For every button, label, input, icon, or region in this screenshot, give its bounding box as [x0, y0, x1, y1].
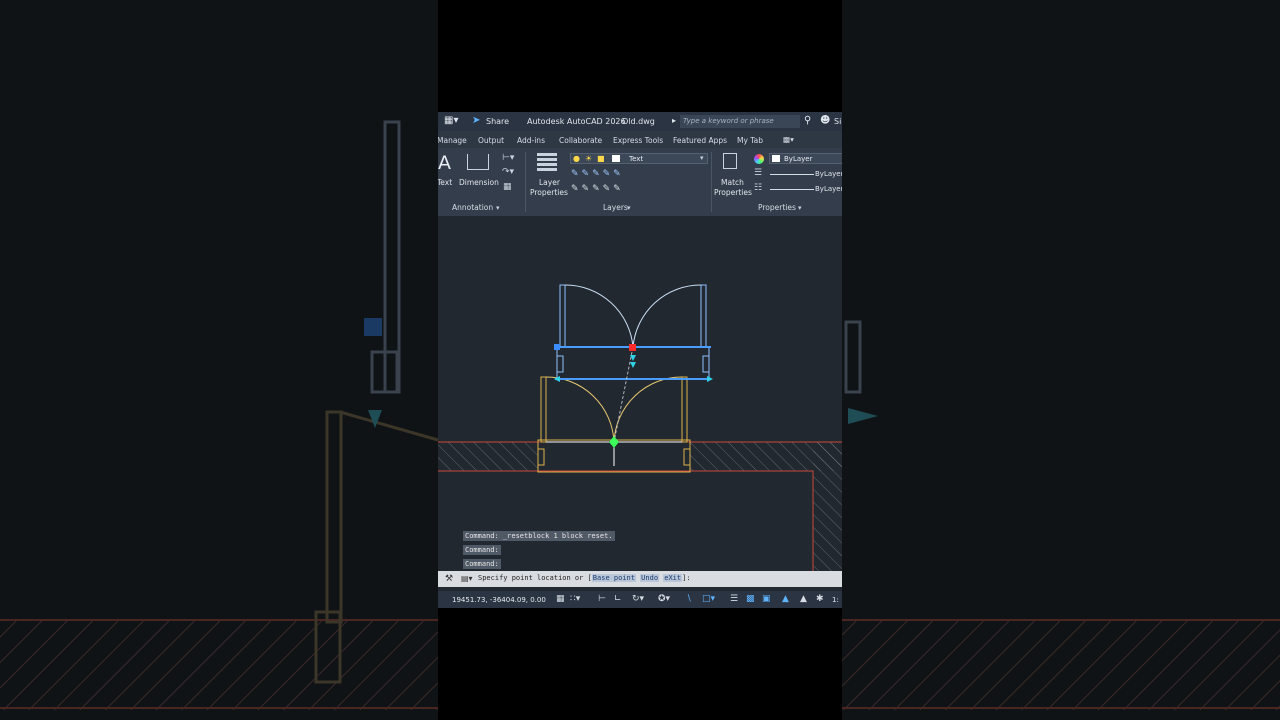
object-snap-icon[interactable]: □▾ [702, 594, 715, 604]
app-title: Autodesk AutoCAD 2026 [527, 117, 626, 126]
panel-divider [525, 152, 526, 212]
current-layer: Text [629, 155, 644, 163]
properties-panel-title[interactable]: Properties [758, 203, 796, 212]
match-properties-icon[interactable] [723, 153, 737, 169]
infer-constraints-icon[interactable]: ⊢ [598, 594, 606, 604]
layer-tools-row1-icon[interactable]: ✎✎✎✎✎ [571, 170, 624, 179]
grip-arrow[interactable] [707, 376, 713, 382]
lineweight-sample [770, 189, 814, 190]
share-icon[interactable]: ➤ [472, 115, 480, 126]
snap-icon[interactable]: ∷▾ [570, 594, 580, 604]
auto-scale-icon[interactable]: ▲ [800, 594, 807, 604]
lineweight-toggle-icon[interactable]: ☰ [730, 594, 738, 604]
grip-square[interactable] [554, 344, 560, 350]
lightbulb-icon: ● [573, 154, 580, 163]
color-value: ByLayer [784, 155, 813, 163]
share-button[interactable]: Share [486, 117, 509, 126]
option-base-point[interactable]: Base point [591, 574, 636, 582]
isodraft-icon[interactable]: ✪▾ [658, 594, 670, 604]
lineweight-icon: ☷ [754, 183, 763, 193]
chevron-down-icon[interactable]: ▾ [700, 154, 704, 162]
text-tool-label[interactable]: Text [438, 178, 452, 187]
annotation-panel-title[interactable]: Annotation [452, 203, 493, 212]
drawing-canvas[interactable] [438, 216, 842, 571]
command-line[interactable]: ⚒ ▤▾ Specify point location or [Base poi… [438, 571, 842, 587]
title-bar: ▦▾ ➤ Share Autodesk AutoCAD 2026 Old.dwg… [438, 112, 842, 131]
sun-icon: ☀ [585, 154, 593, 163]
lock-icon: ■ [597, 154, 605, 163]
linetype-sample [770, 174, 814, 175]
base-point-grip[interactable] [629, 344, 636, 351]
command-history-line: Command: [463, 559, 501, 569]
ribbon-tabs: Manage Output Add-ins Collaborate Expres… [438, 131, 842, 148]
tab-collaborate[interactable]: Collaborate [559, 136, 602, 145]
tab-add-ins[interactable]: Add-ins [517, 136, 545, 145]
tab-my-tab[interactable]: My Tab [737, 136, 763, 145]
lineweight-value[interactable]: ByLayer [815, 185, 842, 193]
search-input[interactable]: Type a keyword or phrase [680, 115, 800, 128]
grid-icon[interactable]: ▦ [556, 594, 565, 604]
transparency-icon[interactable]: ▩ [746, 594, 755, 604]
match-properties-line2[interactable]: Properties [714, 188, 752, 197]
rubber-band-line [613, 346, 634, 443]
ribbon: A Text Dimension ⊢▾ ↷▾ ▦ Annotation ▾ La… [438, 148, 842, 216]
linetype-value[interactable]: ByLayer [815, 170, 842, 178]
option-undo[interactable]: Undo [640, 574, 660, 582]
tab-manage[interactable]: Manage [438, 136, 467, 145]
autocad-window: ▦▾ ➤ Share Autodesk AutoCAD 2026 Old.dwg… [438, 112, 842, 608]
command-history-line: Command: _resetblock 1 block reset. [463, 531, 615, 541]
prompt-suffix: ]: [682, 574, 691, 582]
text-icon[interactable]: A [438, 152, 451, 174]
search-icon[interactable]: ⚲ [804, 115, 811, 126]
camera-icon[interactable]: ▩▾ [783, 135, 794, 144]
color-swatch [772, 155, 780, 162]
annotation-scale[interactable]: 1: [832, 596, 839, 604]
status-bar: 19451.73, -36404.09, 0.00 ▦ ∷▾ ⊢ ∟ ↻▾ ✪▾… [438, 591, 842, 608]
chevron-down-icon[interactable]: ▾ [798, 204, 802, 213]
annotation-visibility-icon[interactable]: ▲ [782, 594, 789, 604]
file-name: Old.dwg [622, 117, 655, 126]
layer-tools-row2-icon[interactable]: ✎✎✎✎✎ [571, 185, 624, 194]
layer-properties-line2[interactable]: Properties [530, 188, 568, 197]
tab-featured-apps[interactable]: Featured Apps [673, 136, 727, 145]
layer-color-swatch [612, 155, 620, 162]
tab-output[interactable]: Output [478, 136, 504, 145]
option-exit[interactable]: eXit [663, 574, 683, 582]
dimension-icon[interactable] [467, 154, 489, 170]
linetype-icon: ☰ [754, 168, 763, 178]
layer-properties-icon[interactable] [537, 153, 557, 171]
linear-dim-icon[interactable]: ⊢▾ [502, 154, 514, 163]
tab-express-tools[interactable]: Express Tools [613, 136, 663, 145]
color-wheel-icon [754, 154, 764, 164]
layer-properties-line1[interactable]: Layer [539, 178, 560, 187]
dimension-tool-label[interactable]: Dimension [459, 178, 499, 187]
user-icon[interactable]: ☻ [820, 115, 830, 126]
ortho-icon[interactable]: ∟ [614, 594, 622, 604]
coordinate-readout[interactable]: 19451.73, -36404.09, 0.00 [452, 596, 546, 604]
prompt-text: Specify point location or [ [478, 574, 592, 582]
chevron-down-icon[interactable]: ▾ [496, 204, 500, 213]
annotation-scale-icon[interactable]: ✱ [816, 594, 824, 604]
chevron-right-icon[interactable]: ▸ [672, 116, 676, 125]
polar-tracking-icon[interactable]: ↻▾ [632, 594, 644, 604]
command-history-line: Command: [463, 545, 501, 555]
quick-access-icon[interactable]: ▦▾ [444, 115, 458, 126]
command-prompt[interactable]: Specify point location or [Base point Un… [478, 574, 691, 582]
wrench-icon[interactable]: ⚒ [445, 574, 453, 584]
match-properties-line1[interactable]: Match [721, 178, 744, 187]
selection-cycling-icon[interactable]: ▣ [762, 594, 771, 604]
layers-panel-title[interactable]: Layers [603, 203, 628, 212]
user-name[interactable]: Si [834, 117, 841, 126]
panel-divider [711, 152, 712, 212]
command-history-icon[interactable]: ▤▾ [461, 574, 473, 583]
table-icon[interactable]: ▦ [503, 183, 512, 192]
chevron-down-icon[interactable]: ▾ [627, 204, 631, 213]
object-snap-tracking-icon[interactable]: ∖ [686, 594, 692, 604]
leader-icon[interactable]: ↷▾ [502, 168, 514, 177]
